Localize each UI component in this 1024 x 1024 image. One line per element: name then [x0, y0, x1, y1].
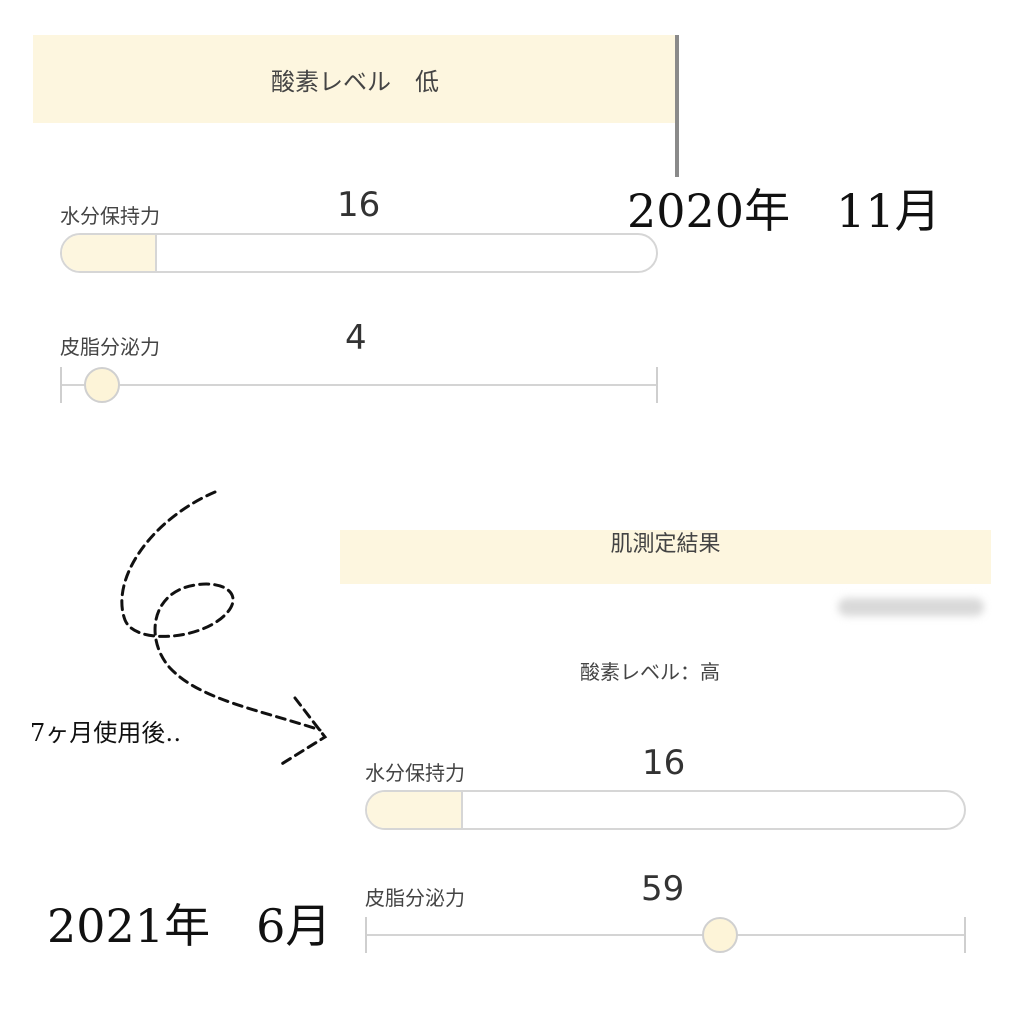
moisture-value-after: 16	[642, 743, 686, 783]
oxygen-level-text-before: 酸素レベル 低	[271, 67, 439, 96]
moisture-bar-before	[60, 233, 658, 273]
skin-result-title: 肌測定結果	[610, 532, 721, 557]
skin-result-header: 肌測定結果	[340, 530, 991, 584]
sebum-label-after: 皮脂分泌力	[365, 886, 465, 910]
sebum-value-after: 59	[641, 869, 685, 909]
sebum-knob-before	[84, 367, 120, 403]
blurred-date	[838, 598, 984, 616]
sebum-slider-after	[365, 915, 966, 955]
oxygen-level-banner-before: 酸素レベル 低	[33, 35, 677, 123]
slider-tick-right	[656, 367, 658, 403]
sebum-label-before: 皮脂分泌力	[60, 335, 160, 359]
divider-line	[675, 35, 679, 177]
moisture-value-before: 16	[337, 185, 381, 225]
date-label-2021: 2021年 6月	[47, 899, 332, 953]
moisture-bar-fill-after	[367, 792, 463, 828]
slider-track	[365, 934, 966, 936]
moisture-label-before: 水分保持力	[60, 204, 160, 228]
moisture-bar-fill-before	[62, 235, 158, 271]
moisture-label-after: 水分保持力	[365, 761, 465, 785]
dashed-arrow	[120, 490, 328, 767]
after-7-months-note: 7ヶ月使用後‥	[30, 719, 182, 747]
oxygen-level-text-after: 酸素レベル：高	[580, 660, 720, 684]
sebum-value-before: 4	[345, 318, 367, 358]
sebum-knob-after	[702, 917, 738, 953]
sebum-slider-before	[60, 365, 658, 405]
slider-tick-left	[60, 367, 62, 403]
slider-tick-right	[964, 917, 966, 953]
slider-tick-left	[365, 917, 367, 953]
slider-track	[60, 384, 658, 386]
date-label-2020: 2020年 11月	[627, 184, 941, 238]
moisture-bar-after	[365, 790, 966, 830]
